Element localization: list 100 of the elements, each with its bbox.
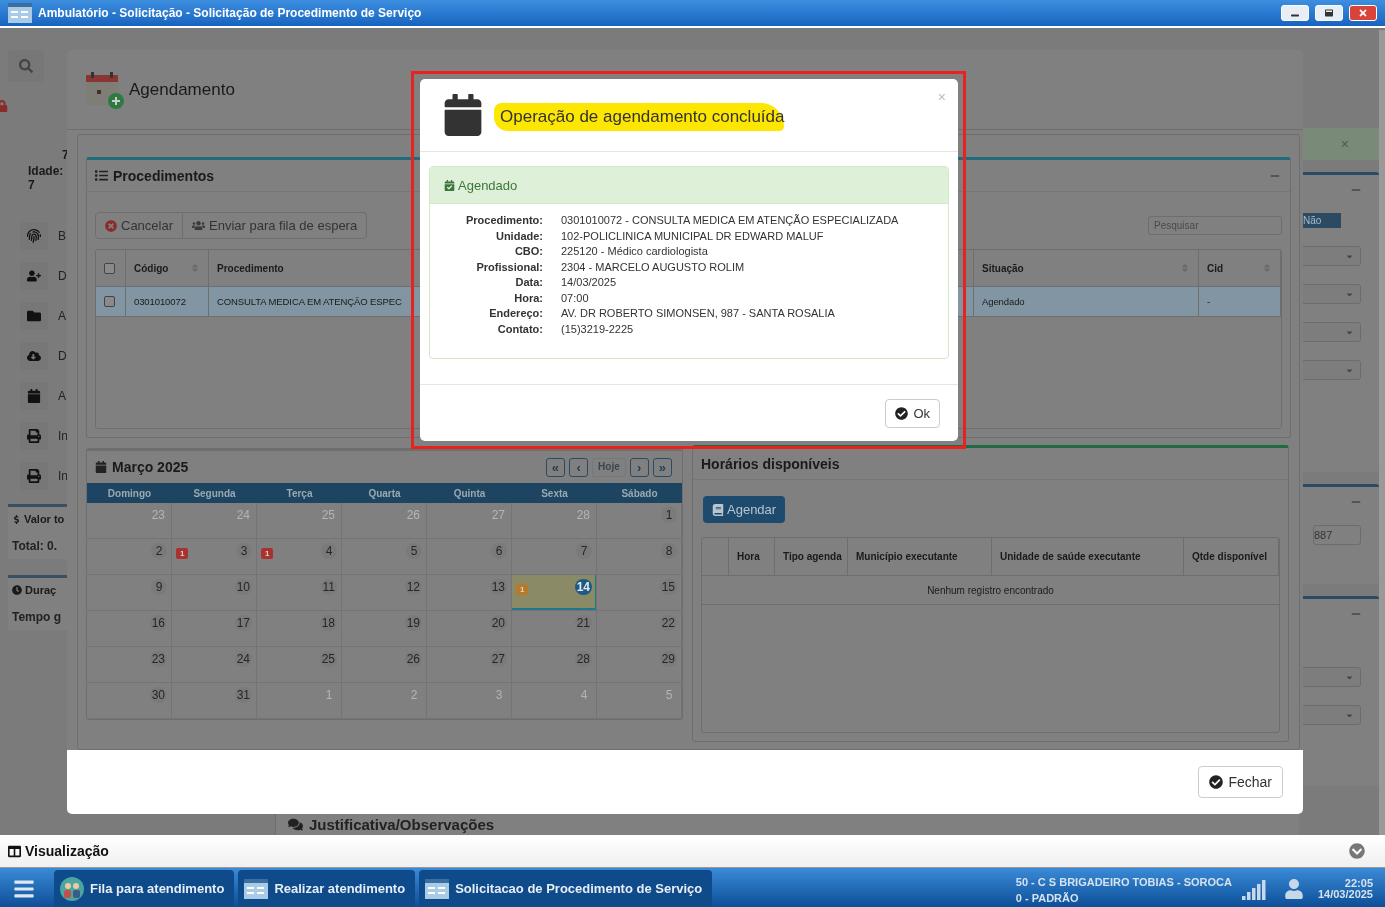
calendar-day[interactable]: 25 — [257, 647, 342, 683]
menu-icon-button[interactable] — [20, 262, 48, 290]
day-number: 23 — [149, 651, 167, 667]
day-number: 26 — [404, 651, 422, 667]
calendar-check-icon — [444, 179, 455, 191]
weekday-label: Sexta — [540, 487, 569, 499]
calendar-day[interactable]: 23 — [87, 647, 172, 683]
calendar-day[interactable]: 30 — [87, 683, 172, 719]
menu-label: B — [58, 229, 66, 243]
calendar-day[interactable]: 13 — [427, 575, 512, 611]
calendar-nav-button[interactable]: › — [629, 457, 649, 477]
taskbar-item[interactable]: Realizar atendimento — [238, 870, 416, 907]
calendar-day[interactable]: 12 — [342, 575, 427, 611]
calendar-day[interactable]: 20 — [427, 611, 512, 647]
menu-label: D — [58, 349, 67, 363]
ok-button[interactable]: Ok — [885, 398, 940, 428]
calendar-day[interactable]: 10 — [172, 575, 257, 611]
clock-icon — [12, 585, 22, 595]
menu-icon-button[interactable] — [20, 222, 48, 250]
column-header[interactable]: Hora — [729, 538, 775, 576]
checkbox[interactable] — [104, 262, 115, 274]
weekday-label: Terça — [285, 487, 314, 499]
calendar-day[interactable]: 17 — [172, 611, 257, 647]
window-icon — [244, 878, 269, 899]
queue-button[interactable]: Enviar para fila de espera — [183, 212, 368, 239]
calendar-day[interactable]: 21 — [512, 611, 597, 647]
calendar-day[interactable]: 1 14 — [512, 575, 597, 611]
user-icon[interactable] — [1283, 878, 1304, 899]
calendar-day[interactable]: 5 — [342, 539, 427, 575]
close-modal-button[interactable]: Fechar — [1198, 766, 1283, 798]
column-header[interactable]: Qtde disponível — [1184, 538, 1279, 576]
calendar-nav-button[interactable]: ‹ — [569, 457, 589, 477]
menu-icon-button[interactable] — [20, 302, 48, 330]
taskbar-item[interactable]: Solicitacao de Procedimento de Serviço — [419, 870, 713, 907]
menu-icon-button[interactable] — [20, 382, 48, 410]
calendar-day[interactable]: 28 — [512, 647, 597, 683]
taskbar-item[interactable]: Fila para atendimento — [54, 870, 235, 907]
alert-close-button[interactable]: × — [1340, 136, 1349, 152]
calendar-nav-button[interactable]: « — [545, 457, 566, 477]
calendar-day[interactable]: 26 — [342, 647, 427, 683]
detail-label: Procedimento: — [465, 214, 543, 228]
schedule-button[interactable]: Agendar — [703, 496, 786, 523]
event-count: 1 — [261, 548, 274, 559]
calendar-day[interactable]: 27 — [427, 647, 512, 683]
calendar-day[interactable]: 24 — [172, 647, 257, 683]
day-number: 18 — [319, 615, 337, 631]
time-label: Tempo g — [12, 610, 63, 624]
column-header[interactable]: Município executante — [848, 538, 992, 576]
menu-icon-button[interactable] — [20, 422, 48, 450]
calendar-day[interactable]: 6 — [427, 539, 512, 575]
day-number: 13 — [489, 579, 507, 595]
menu-icon-button[interactable] — [20, 462, 48, 490]
status-label: Agendado — [458, 177, 518, 193]
calendar-day[interactable]: 9 — [87, 575, 172, 611]
day-number: 20 — [489, 615, 507, 631]
search-button[interactable] — [8, 50, 44, 82]
window-icon — [8, 3, 32, 23]
comments-icon — [288, 816, 303, 832]
day-number: 7 — [576, 543, 592, 559]
calendar-day[interactable]: 19 — [342, 611, 427, 647]
detail-value: 0301010072 - CONSULTA MEDICA EM ATENÇÃO ESPECIALIZADA — [561, 214, 900, 228]
day-number: 10 — [234, 579, 252, 595]
calendar-day[interactable]: 7 — [512, 539, 597, 575]
detail-value: (15)3219-2225 — [561, 322, 635, 336]
day-number: 24 — [234, 651, 252, 667]
maximize-button[interactable] — [1315, 5, 1343, 21]
calendar-day[interactable]: 1 — [597, 503, 682, 539]
clock-date: 14/03/2025 — [1317, 889, 1373, 900]
calendar-day[interactable]: 18 — [257, 611, 342, 647]
checkbox[interactable] — [104, 296, 115, 307]
dialog-close-button[interactable]: × — [937, 89, 946, 105]
input-field[interactable]: 887 — [1313, 525, 1361, 545]
chevron-down-icon[interactable] — [1349, 843, 1365, 859]
menu-icon-button[interactable] — [20, 342, 48, 370]
column-header[interactable]: Tipo agenda — [775, 538, 848, 576]
calendar-day[interactable]: 2 — [87, 539, 172, 575]
calendar-day[interactable]: 29 — [597, 647, 682, 683]
calendar-nav-button[interactable]: » — [652, 457, 672, 477]
calendar-day[interactable]: 1 4 — [257, 539, 342, 575]
calendar-day[interactable]: 22 — [597, 611, 682, 647]
calendar-day[interactable]: 16 — [87, 611, 172, 647]
scrollbar[interactable] — [1379, 30, 1385, 835]
day-number: 3 — [236, 543, 252, 559]
book-icon — [712, 503, 724, 516]
calendar-day[interactable]: 1 3 — [172, 539, 257, 575]
people-icon — [60, 876, 84, 901]
calendar-day[interactable]: 15 — [597, 575, 682, 611]
calendar-day[interactable]: 11 — [257, 575, 342, 611]
profile-label: 0 - PADRÃO — [1015, 892, 1080, 904]
column-header[interactable]: Unidade de saúde executante — [992, 538, 1184, 576]
weekday-label: Domingo — [106, 487, 153, 499]
calendar-plus-icon — [85, 69, 125, 110]
calendar-day[interactable]: 31 — [172, 683, 257, 719]
minimize-button[interactable] — [1281, 5, 1309, 21]
detail-label: Hora: — [513, 291, 543, 305]
detail-value: 07:00 — [561, 291, 590, 305]
close-button[interactable] — [1349, 5, 1377, 21]
printer-icon — [27, 469, 41, 483]
calendar-day[interactable]: 8 — [597, 539, 682, 575]
cancel-button[interactable]: Cancelar — [95, 212, 184, 239]
